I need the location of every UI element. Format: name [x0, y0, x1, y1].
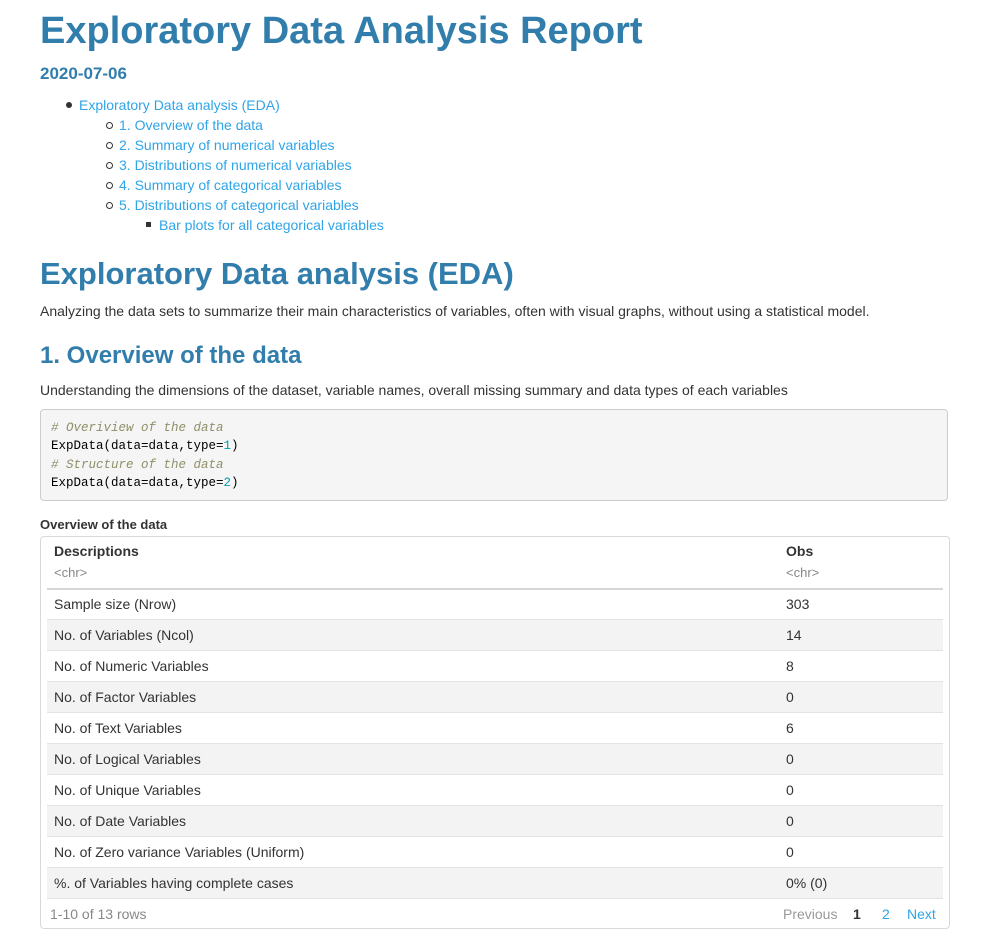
cell-description: No. of Unique Variables [54, 782, 201, 798]
overview-heading: 1. Overview of the data [40, 342, 302, 369]
eda-description: Analyzing the data sets to summarize the… [40, 303, 870, 319]
overview-table: Descriptions <chr> Obs <chr> Sample size… [40, 536, 950, 929]
pager-next-button[interactable]: Next [907, 906, 936, 922]
pager-previous-button[interactable]: Previous [783, 906, 837, 922]
bullet-circle-icon [106, 142, 113, 149]
rows-info: 1-10 of 13 rows [50, 906, 147, 922]
cell-obs: 0 [786, 689, 794, 705]
table-row: No. of Unique Variables 0 [47, 775, 943, 806]
code-text: ExpData(data=data,type= [51, 476, 224, 490]
column-type-descriptions: <chr> [54, 565, 88, 580]
code-text: ) [231, 439, 239, 453]
toc-link-label[interactable]: 4. Summary of categorical variables [119, 177, 342, 193]
toc-link-label[interactable]: Exploratory Data analysis (EDA) [79, 97, 280, 113]
bullet-disc-icon [66, 102, 72, 108]
bullet-square-icon [146, 222, 151, 227]
code-line: ExpData(data=data,type=1) [51, 437, 239, 455]
toc-item-bar-plots[interactable]: Bar plots for all categorical variables [146, 215, 384, 235]
table-footer: 1-10 of 13 rows Previous 1 2 Next [47, 903, 943, 923]
cell-obs: 0 [786, 813, 794, 829]
toc-link-label[interactable]: 2. Summary of numerical variables [119, 137, 335, 153]
table-caption: Overview of the data [40, 517, 168, 532]
pager-page-1-button[interactable]: 1 [853, 906, 861, 922]
table-row: Sample size (Nrow) 303 [47, 589, 943, 620]
cell-description: No. of Variables (Ncol) [54, 627, 194, 643]
overview-description: Understanding the dimensions of the data… [40, 382, 788, 398]
bullet-circle-icon [106, 122, 113, 129]
cell-obs: 6 [786, 720, 794, 736]
toc-link-label[interactable]: 5. Distributions of categorical variable… [119, 197, 359, 213]
table-header: Descriptions <chr> Obs <chr> [47, 537, 943, 590]
cell-obs: 0% (0) [786, 875, 828, 891]
code-line: ExpData(data=data,type=2) [51, 474, 239, 492]
table-row: %. of Variables having complete cases 0%… [47, 868, 943, 899]
table-row: No. of Logical Variables 0 [47, 744, 943, 775]
column-header-descriptions[interactable]: Descriptions [54, 543, 139, 559]
cell-obs: 0 [786, 844, 794, 860]
toc-item-summary-categorical[interactable]: 4. Summary of categorical variables [106, 175, 342, 195]
cell-description: %. of Variables having complete cases [54, 875, 294, 891]
cell-description: Sample size (Nrow) [54, 596, 177, 612]
cell-obs: 0 [786, 751, 794, 767]
table-row: No. of Factor Variables 0 [47, 682, 943, 713]
toc-item-distributions-categorical[interactable]: 5. Distributions of categorical variable… [106, 195, 359, 215]
code-comment: # Structure of the data [51, 458, 224, 472]
cell-obs: 14 [786, 627, 802, 643]
code-number: 1 [223, 439, 232, 453]
bullet-circle-icon [106, 182, 113, 189]
code-number: 2 [223, 476, 232, 490]
report-date: 2020-07-06 [40, 64, 127, 83]
toc-link-label[interactable]: 3. Distributions of numerical variables [119, 157, 352, 173]
cell-description: No. of Numeric Variables [54, 658, 209, 674]
report-title: Exploratory Data Analysis Report [40, 10, 643, 52]
eda-heading: Exploratory Data analysis (EDA) [40, 256, 514, 291]
cell-description: No. of Factor Variables [54, 689, 197, 705]
bullet-circle-icon [106, 162, 113, 169]
toc-item-eda[interactable]: Exploratory Data analysis (EDA) [66, 95, 280, 115]
table-row: No. of Variables (Ncol) 14 [47, 620, 943, 651]
toc-item-distributions-numerical[interactable]: 3. Distributions of numerical variables [106, 155, 352, 175]
pager-page-2-button[interactable]: 2 [882, 906, 890, 922]
cell-description: No. of Text Variables [54, 720, 182, 736]
toc-item-overview[interactable]: 1. Overview of the data [106, 115, 263, 135]
cell-obs: 303 [786, 596, 810, 612]
table-row: No. of Text Variables 6 [47, 713, 943, 744]
toc-item-summary-numerical[interactable]: 2. Summary of numerical variables [106, 135, 335, 155]
toc-link-label[interactable]: Bar plots for all categorical variables [159, 217, 384, 233]
toc-link-label[interactable]: 1. Overview of the data [119, 117, 263, 133]
table-row: No. of Date Variables 0 [47, 806, 943, 837]
code-block: # Overiview of the data ExpData(data=dat… [40, 409, 948, 501]
cell-description: No. of Zero variance Variables (Uniform) [54, 844, 305, 860]
code-comment: # Overiview of the data [51, 421, 224, 435]
code-text: ) [231, 476, 239, 490]
table-row: No. of Numeric Variables 8 [47, 651, 943, 682]
code-text: ExpData(data=data,type= [51, 439, 224, 453]
cell-description: No. of Logical Variables [54, 751, 201, 767]
table-row: No. of Zero variance Variables (Uniform)… [47, 837, 943, 868]
column-type-obs: <chr> [786, 565, 820, 580]
cell-obs: 0 [786, 782, 794, 798]
cell-obs: 8 [786, 658, 794, 674]
bullet-circle-icon [106, 202, 113, 209]
cell-description: No. of Date Variables [54, 813, 187, 829]
column-header-obs[interactable]: Obs [786, 543, 813, 559]
